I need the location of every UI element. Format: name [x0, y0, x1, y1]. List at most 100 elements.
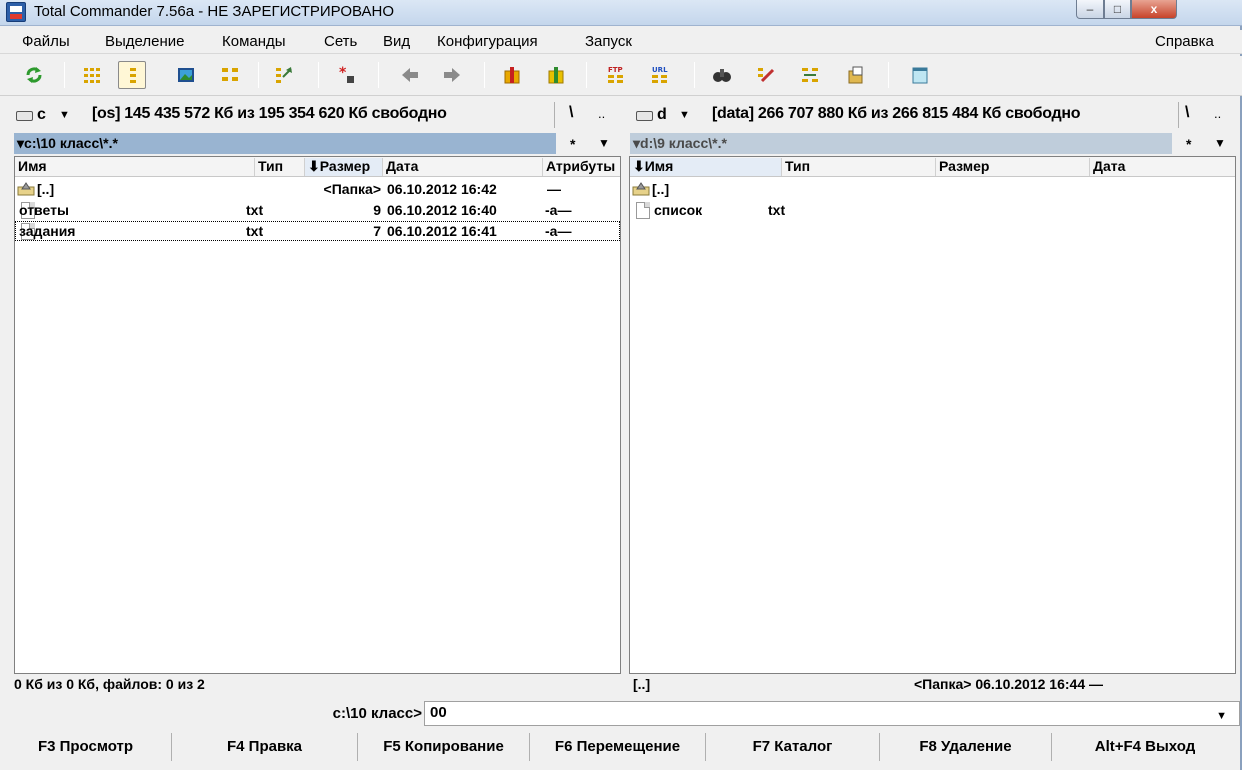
- ftp-connect-icon: FTP: [608, 66, 623, 83]
- file-date: 06.10.2012 16:41: [387, 223, 497, 239]
- minimize-button[interactable]: –: [1076, 0, 1104, 19]
- thumbnails-button[interactable]: [172, 61, 200, 89]
- back-button[interactable]: [396, 61, 424, 89]
- right-drive-select[interactable]: d ▼: [632, 103, 708, 127]
- archive-pack-button[interactable]: [498, 61, 526, 89]
- notepad-icon: [912, 67, 928, 84]
- column-name[interactable]: Имя: [15, 158, 255, 176]
- close-button[interactable]: x: [1131, 0, 1177, 19]
- file-icon: [636, 202, 650, 219]
- right-column-header: ⬇Имя Тип Размер Дата: [630, 157, 1235, 177]
- file-name: ответы: [19, 202, 69, 218]
- archive-unpack-button[interactable]: [542, 61, 570, 89]
- alt-f4-exit-button[interactable]: Alt+F4 Выход: [1052, 733, 1238, 761]
- toolbar-separator: [378, 62, 379, 88]
- column-type[interactable]: Тип: [255, 158, 305, 176]
- left-file-panel[interactable]: Имя Тип ⬇Размер Дата Атрибуты [..] <Папк…: [14, 156, 621, 674]
- right-drive-info: [data] 266 707 880 Кб из 266 815 484 Кб …: [712, 105, 1081, 122]
- pack-files-button[interactable]: *: [332, 61, 360, 89]
- file-row[interactable]: [..] <Папка> 06.10.2012 16:42 —: [15, 179, 620, 199]
- right-file-panel[interactable]: ⬇Имя Тип Размер Дата [..] список txt: [629, 156, 1236, 674]
- svg-text:URL: URL: [652, 66, 668, 74]
- tree-view-button[interactable]: [216, 61, 244, 89]
- sync-dirs-button[interactable]: [796, 61, 824, 89]
- main-window: Total Commander 7.56a - НЕ ЗАРЕГИСТРИРОВ…: [0, 0, 1242, 770]
- left-filter[interactable]: *: [570, 136, 575, 152]
- window-title: Total Commander 7.56a - НЕ ЗАРЕГИСТРИРОВ…: [34, 3, 395, 20]
- column-size[interactable]: ⬇Размер: [305, 158, 383, 176]
- compare-button[interactable]: [270, 61, 298, 89]
- right-root-button[interactable]: \: [1185, 104, 1189, 122]
- ftp-connect-button[interactable]: FTP: [602, 61, 630, 89]
- full-view-button[interactable]: [118, 61, 146, 89]
- full-view-icon: [130, 68, 136, 83]
- forward-icon: [444, 68, 460, 82]
- toolbar-separator: [694, 62, 695, 88]
- file-row[interactable]: ответы txt 9 06.10.2012 16:40 -a—: [15, 200, 620, 220]
- refresh-button[interactable]: [20, 61, 48, 89]
- left-root-button[interactable]: \: [569, 104, 573, 122]
- column-type[interactable]: Тип: [782, 158, 936, 176]
- column-date[interactable]: Дата: [1090, 158, 1237, 176]
- column-date[interactable]: Дата: [383, 158, 543, 176]
- copy-names-button[interactable]: [842, 61, 870, 89]
- file-row-selected[interactable]: задания txt 7 06.10.2012 16:41 -a—: [15, 221, 620, 241]
- toolbar-separator: [888, 62, 889, 88]
- right-up-button[interactable]: ..: [1214, 106, 1221, 121]
- f3-view-button[interactable]: F3 Просмотр: [0, 733, 172, 761]
- notepad-button[interactable]: [906, 61, 934, 89]
- f6-move-button[interactable]: F6 Перемещение: [530, 733, 706, 761]
- menu-view[interactable]: Вид: [383, 33, 410, 50]
- command-input[interactable]: 00 ▼: [424, 701, 1240, 726]
- file-row[interactable]: [..]: [630, 179, 1235, 199]
- file-type: txt: [246, 202, 264, 218]
- menu-start[interactable]: Запуск: [585, 33, 632, 50]
- maximize-button[interactable]: □: [1104, 0, 1131, 19]
- url-connect-button[interactable]: URL: [646, 61, 674, 89]
- column-size[interactable]: Размер: [936, 158, 1090, 176]
- file-size: 7: [373, 223, 381, 239]
- right-filter[interactable]: *: [1186, 136, 1191, 152]
- drive-icon: [16, 111, 33, 121]
- toolbar-separator: [318, 62, 319, 88]
- left-drive-bar: c ▼ [os] 145 435 572 Кб из 195 354 620 К…: [12, 100, 618, 130]
- menu-network[interactable]: Сеть: [324, 33, 357, 50]
- f4-edit-button[interactable]: F4 Правка: [172, 733, 358, 761]
- menu-commands[interactable]: Команды: [222, 33, 286, 50]
- maximize-icon: □: [1113, 2, 1122, 16]
- f5-copy-button[interactable]: F5 Копирование: [358, 733, 530, 761]
- file-name: список: [654, 202, 703, 218]
- menu-bar: Файлы Выделение Команды Сеть Вид Конфигу…: [0, 30, 1242, 54]
- menu-selection[interactable]: Выделение: [105, 33, 184, 50]
- chevron-down-icon[interactable]: ▼: [1216, 710, 1227, 722]
- file-attributes: —: [547, 181, 561, 197]
- back-icon: [402, 68, 418, 82]
- minimize-icon: –: [1086, 2, 1094, 16]
- menu-files[interactable]: Файлы: [22, 33, 70, 50]
- left-status: 0 Кб из 0 Кб, файлов: 0 из 2: [14, 676, 205, 692]
- right-path[interactable]: ▾d:\9 класс\*.*: [630, 133, 1172, 154]
- archive-pack-icon: [504, 67, 520, 84]
- left-up-button[interactable]: ..: [598, 106, 605, 121]
- forward-button[interactable]: [438, 61, 466, 89]
- menu-help[interactable]: Справка: [1155, 33, 1214, 50]
- find-files-button[interactable]: [708, 61, 736, 89]
- f7-mkdir-button[interactable]: F7 Каталог: [706, 733, 880, 761]
- menu-configuration[interactable]: Конфигурация: [437, 33, 538, 50]
- file-size: <Папка>: [323, 181, 381, 197]
- file-date: 06.10.2012 16:42: [387, 181, 497, 197]
- left-path[interactable]: ▾c:\10 класс\*.*: [14, 133, 556, 154]
- left-drive-select[interactable]: c ▼: [12, 103, 88, 127]
- chevron-down-icon[interactable]: ▼: [598, 136, 610, 150]
- left-column-header: Имя Тип ⬇Размер Дата Атрибуты: [15, 157, 620, 177]
- file-row[interactable]: список txt: [630, 200, 1235, 220]
- brief-view-button[interactable]: [78, 61, 106, 89]
- chevron-down-icon[interactable]: ▼: [1214, 136, 1226, 150]
- f8-delete-button[interactable]: F8 Удаление: [880, 733, 1052, 761]
- column-attributes[interactable]: Атрибуты: [543, 158, 622, 176]
- file-attributes: -a—: [545, 223, 572, 239]
- file-name: задания: [19, 223, 76, 239]
- sync-dirs-icon: [802, 68, 818, 82]
- multi-rename-button[interactable]: [752, 61, 780, 89]
- column-name[interactable]: ⬇Имя: [630, 158, 782, 176]
